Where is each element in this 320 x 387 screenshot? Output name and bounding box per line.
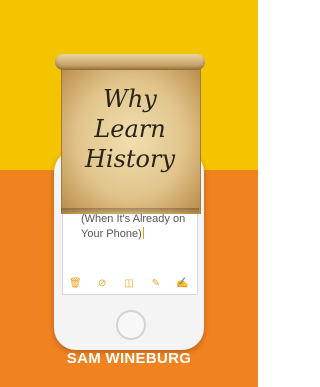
- subtitle-text: (When It's Already on Your Phone): [81, 213, 186, 240]
- scroll-roll: [55, 54, 205, 70]
- book-cover: (When It's Already on Your Phone) 🗑 ⊘ ◫ …: [0, 0, 258, 387]
- text-cursor: [142, 227, 144, 239]
- book-title: Why Learn History: [55, 84, 205, 174]
- home-button: [116, 310, 146, 340]
- sketch-icon: ✎: [151, 278, 160, 289]
- trash-icon: 🗑: [69, 278, 82, 289]
- title-line-1: Why: [103, 85, 157, 113]
- title-line-3: History: [84, 145, 176, 173]
- checklist-icon: ⊘: [97, 278, 107, 289]
- scroll-shadow: [61, 208, 199, 214]
- title-line-2: Learn: [94, 115, 166, 143]
- notes-toolbar: 🗑 ⊘ ◫ ✎ ✍: [62, 275, 196, 293]
- compose-icon: ✍: [176, 278, 189, 289]
- subtitle: (When It's Already on Your Phone): [81, 212, 191, 242]
- camera-icon: ◫: [124, 278, 134, 289]
- parchment-scroll: Why Learn History: [55, 54, 205, 214]
- author-name: SAM WINEBURG: [66, 350, 192, 367]
